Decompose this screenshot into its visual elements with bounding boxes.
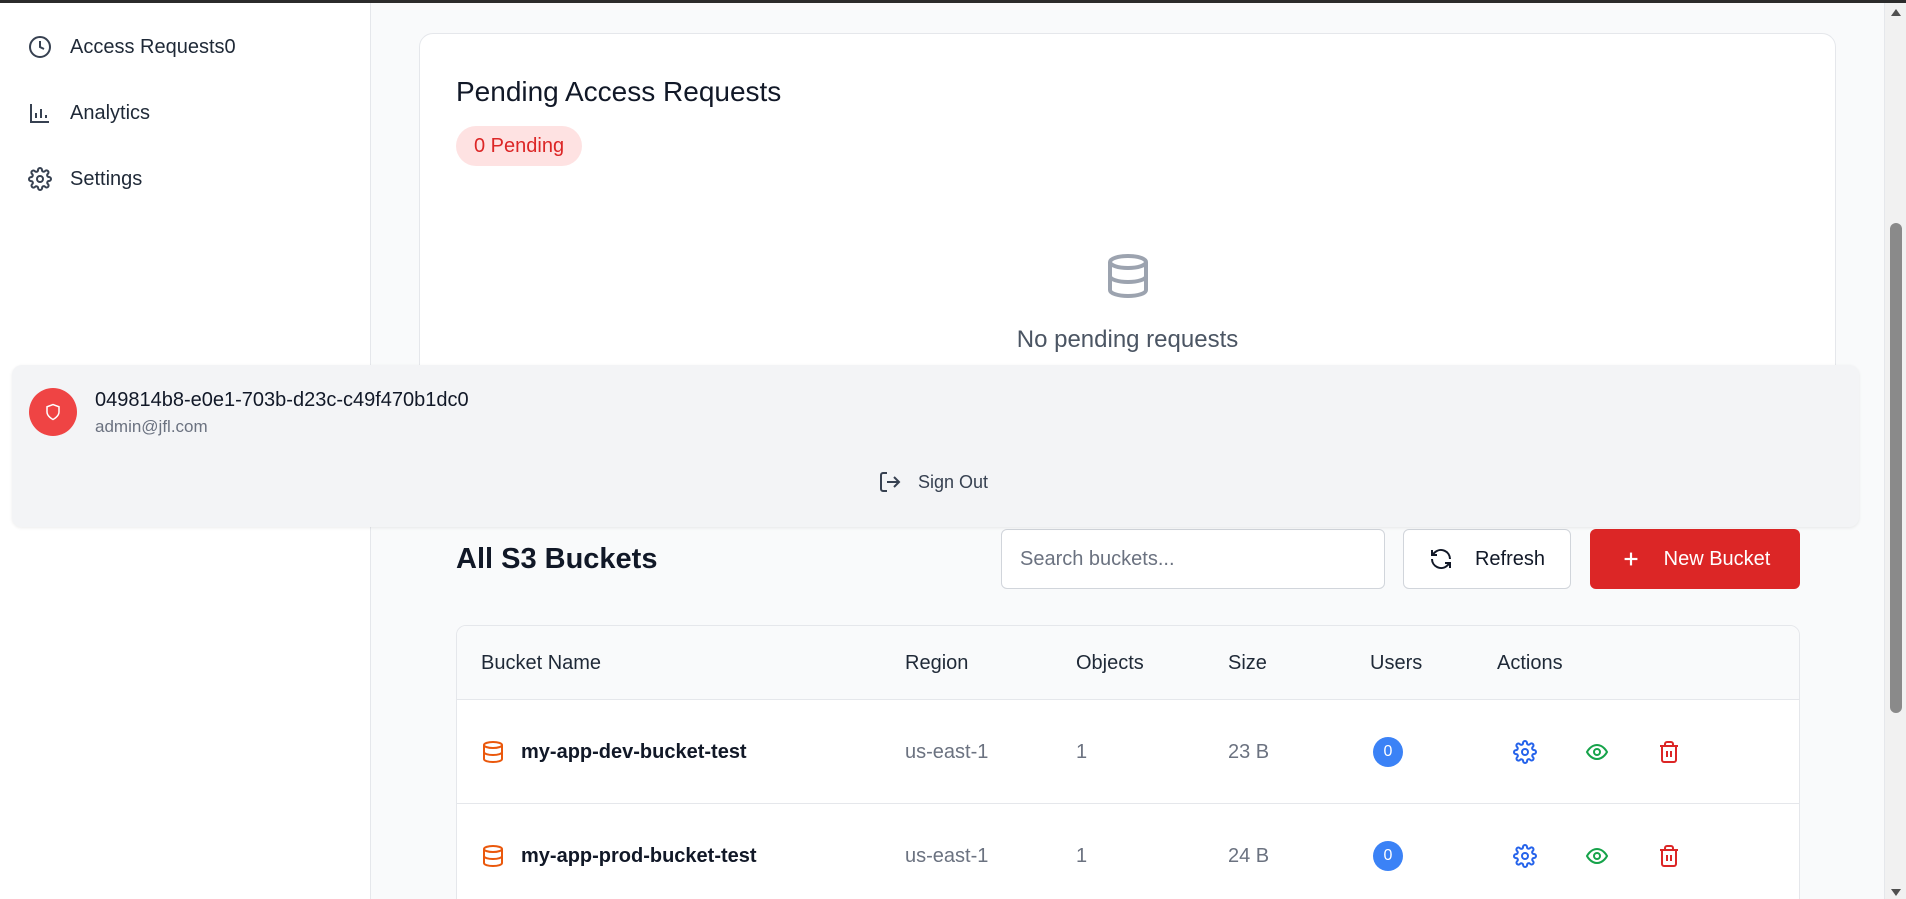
bucket-delete-button[interactable] [1657,740,1681,764]
bucket-name-cell[interactable]: my-app-dev-bucket-test [481,700,747,804]
users-count-badge: 0 [1373,841,1403,871]
gear-icon [1513,844,1537,868]
shield-icon [46,403,60,421]
sidebar-item-access-requests[interactable]: Access Requests0 [28,35,236,59]
bucket-name: my-app-dev-bucket-test [521,741,747,763]
bucket-name: my-app-prod-bucket-test [521,845,757,867]
table-row[interactable]: my-app-dev-bucket-test us-east-1 1 23 B … [457,700,1799,804]
sidebar-item-settings[interactable]: Settings [28,167,142,191]
sign-out-label: Sign Out [918,471,989,492]
database-icon [483,845,503,868]
objects-cell: 1 [1076,741,1088,763]
sidebar-item-label: Access Requests0 [70,35,236,58]
bucket-delete-button[interactable] [1657,844,1681,868]
sidebar-item-label: Settings [70,167,143,190]
new-bucket-label: New Bucket [1663,547,1771,570]
database-icon [1104,252,1152,300]
bucket-name-cell[interactable]: my-app-prod-bucket-test [481,804,757,899]
buckets-title: All S3 Buckets [456,543,658,575]
user-id: 049814b8-e0e1-703b-d23c-c49f470b1dc0 [95,389,469,411]
region-cell: us-east-1 [905,741,989,763]
scroll-down-arrow-icon[interactable] [1891,889,1901,896]
user-profile-panel: 049814b8-e0e1-703b-d23c-c49f470b1dc0 adm… [12,365,1859,527]
scrollbar-thumb[interactable] [1890,223,1902,713]
pending-title: Pending Access Requests [456,76,782,107]
gear-icon [28,167,52,191]
column-header-objects: Objects [1076,652,1144,674]
plus-icon [1624,552,1638,566]
size-cell: 23 B [1228,741,1270,763]
bucket-settings-button[interactable] [1513,844,1537,868]
refresh-label: Refresh [1474,547,1546,570]
bucket-settings-button[interactable] [1513,740,1537,764]
objects-cell: 1 [1076,845,1088,867]
pending-count-badge: 0 Pending [456,126,583,166]
table-header: Bucket Name Region Objects Size Users Ac… [457,626,1799,700]
sidebar-item-analytics[interactable]: Analytics [28,101,150,125]
bucket-view-button[interactable] [1585,844,1609,868]
users-count-badge: 0 [1373,737,1403,767]
region-cell: us-east-1 [905,845,989,867]
gear-icon [1513,740,1537,764]
eye-icon [1585,743,1609,761]
sign-out-button[interactable]: Sign Out [878,470,988,494]
avatar [29,388,77,436]
refresh-button[interactable]: Refresh [1403,529,1571,589]
column-header-bucket-name: Bucket Name [481,652,602,674]
column-header-size: Size [1228,652,1267,674]
search-input[interactable] [1001,529,1385,589]
empty-state-text: No pending requests [1016,326,1239,353]
clock-icon [29,36,51,58]
trash-icon [1660,845,1678,867]
buckets-table: Bucket Name Region Objects Size Users Ac… [456,625,1800,899]
log-out-icon [880,472,901,492]
sidebar-item-label: Analytics [70,101,151,124]
bucket-view-button[interactable] [1585,740,1609,764]
new-bucket-button[interactable]: New Bucket [1590,529,1800,589]
column-header-users: Users [1370,652,1423,674]
user-email: admin@jfl.com [95,417,208,436]
size-cell: 24 B [1228,845,1270,867]
database-icon [483,741,503,764]
vertical-scrollbar[interactable] [1884,3,1906,899]
column-header-region: Region [905,652,969,674]
scroll-up-arrow-icon[interactable] [1891,9,1901,16]
trash-icon [1660,741,1678,763]
column-header-actions: Actions [1497,652,1563,674]
table-row[interactable]: my-app-prod-bucket-test us-east-1 1 24 B… [457,804,1799,899]
bar-chart-icon [30,104,49,123]
eye-icon [1585,847,1609,865]
refresh-icon [1430,549,1451,569]
